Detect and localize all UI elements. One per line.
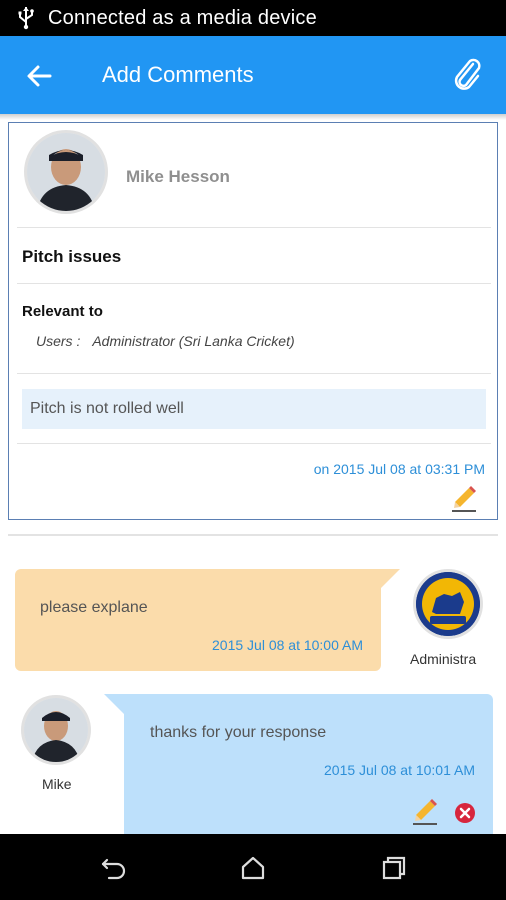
separator — [8, 534, 498, 536]
divider — [17, 373, 491, 374]
app-bar-shadow — [0, 114, 506, 120]
admin-avatar — [416, 572, 480, 636]
comment-bubble: please explane 2015 Jul 08 at 10:00 AM — [15, 569, 381, 671]
comment-text: thanks for your response — [150, 724, 327, 741]
navigation-bar — [0, 834, 506, 900]
back-icon[interactable] — [99, 854, 127, 882]
bubble-tail — [104, 694, 134, 724]
post-title: Pitch issues — [22, 247, 122, 266]
comment-text: please explane — [40, 599, 148, 616]
users-row: Users : Administrator (Sri Lanka Cricket) — [36, 333, 295, 349]
divider — [17, 227, 491, 228]
recents-icon[interactable] — [380, 854, 408, 882]
comment-date: 2015 Jul 08 at 10:01 AM — [324, 762, 475, 778]
back-arrow-icon[interactable] — [24, 60, 56, 92]
page-title: Add Comments — [102, 62, 254, 87]
mike-avatar — [24, 698, 88, 762]
users-label: Users : — [36, 333, 81, 349]
author-avatar — [27, 133, 105, 211]
post-date: on 2015 Jul 08 at 03:31 PM — [313, 461, 485, 477]
pencil-icon[interactable] — [412, 798, 438, 826]
users-value: Administrator (Sri Lanka Cricket) — [92, 333, 295, 349]
divider — [17, 283, 491, 284]
pencil-icon[interactable] — [451, 485, 477, 513]
delete-icon[interactable] — [454, 802, 476, 824]
divider — [17, 443, 491, 444]
comment-date: 2015 Jul 08 at 10:00 AM — [212, 637, 363, 653]
comment-author: Mike — [42, 776, 72, 792]
bubble-tail — [370, 569, 400, 599]
usb-icon — [18, 7, 34, 30]
paperclip-icon[interactable] — [448, 54, 488, 94]
comment-bubble: thanks for your response 2015 Jul 08 at … — [124, 694, 493, 834]
post-card: Mike Hesson Pitch issues Relevant to Use… — [8, 122, 498, 520]
author-name: Mike Hesson — [126, 167, 230, 186]
comment-author: Administra — [410, 651, 477, 667]
status-text: Connected as a media device — [48, 6, 317, 29]
app-bar: Add Comments — [0, 36, 506, 114]
relevant-to-label: Relevant to — [22, 303, 103, 320]
status-bar: Connected as a media device — [0, 0, 506, 36]
post-body: Pitch is not rolled well — [22, 389, 486, 429]
home-icon[interactable] — [239, 854, 267, 882]
